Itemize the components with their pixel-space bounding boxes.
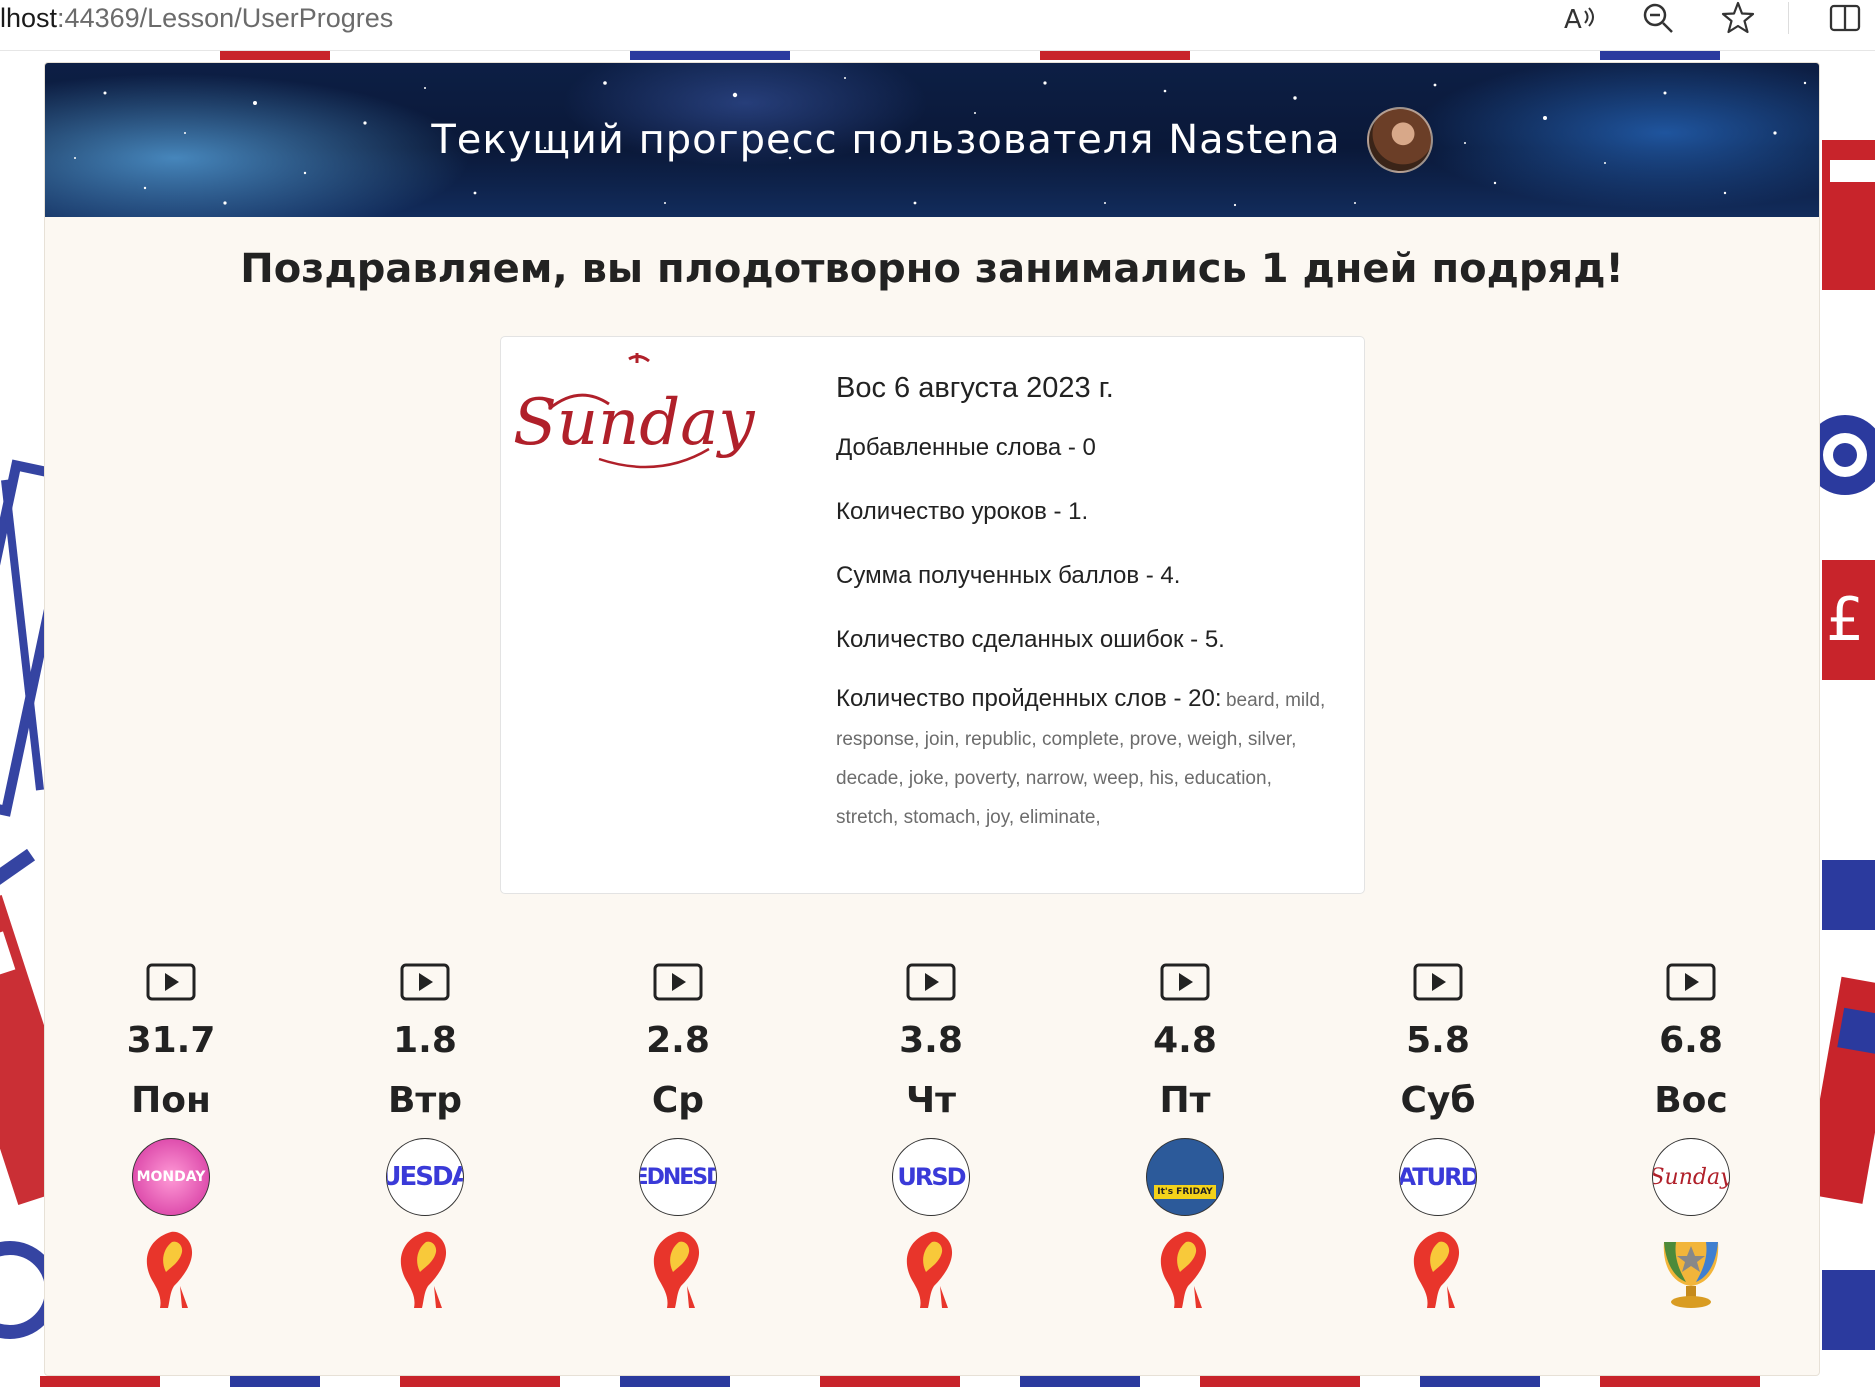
- weekday-badge[interactable]: EDNESD: [639, 1138, 717, 1216]
- play-icon[interactable]: [146, 963, 196, 1001]
- day-column: 5.8 Суб ATURD: [1358, 963, 1518, 1310]
- address-bar[interactable]: lhost:44369/Lesson/UserProgres: [0, 0, 393, 36]
- header-banner: Текущий прогресс пользователя Nastena: [45, 63, 1819, 217]
- day-name: Пон: [131, 1080, 211, 1121]
- weekday-badge-text: EDNESD: [640, 1164, 716, 1190]
- read-aloud-icon[interactable]: A: [1560, 0, 1600, 36]
- day-name: Вос: [1654, 1080, 1728, 1121]
- play-icon[interactable]: [1160, 963, 1210, 1001]
- play-icon[interactable]: [400, 963, 450, 1001]
- flame-icon: [896, 1228, 966, 1310]
- url-host: lhost: [0, 3, 58, 33]
- weekday-badge[interactable]: MONDAY: [132, 1138, 210, 1216]
- day-name: Ср: [651, 1080, 705, 1121]
- flame-icon: [1150, 1228, 1220, 1310]
- weekday-badge-text: It's FRIDAY: [1154, 1185, 1216, 1199]
- weekday-badge[interactable]: UESDA: [386, 1138, 464, 1216]
- flame-icon: [643, 1228, 713, 1310]
- weekday-badge-text: MONDAY: [136, 1169, 206, 1185]
- day-date: 3.8: [899, 1020, 963, 1061]
- day-name: Втр: [387, 1080, 463, 1121]
- day-name: Чт: [906, 1080, 956, 1121]
- mistakes-count: Количество сделанных ошибок - 5.: [836, 626, 1225, 653]
- day-name: Суб: [1400, 1080, 1476, 1121]
- day-date: 1.8: [393, 1020, 457, 1061]
- day-column: 6.8 Вос Sunday: [1611, 963, 1771, 1310]
- url-path: :44369/Lesson/UserProgres: [57, 3, 394, 33]
- weekday-badge-text: UESDA: [387, 1162, 463, 1192]
- play-icon[interactable]: [1666, 963, 1716, 1001]
- day-column: 1.8 Втр UESDA: [345, 963, 505, 1310]
- weekday-badge-text: Sunday: [1652, 1164, 1730, 1190]
- day-column: 2.8 Ср EDNESD: [598, 963, 758, 1310]
- play-icon[interactable]: [653, 963, 703, 1001]
- play-icon[interactable]: [906, 963, 956, 1001]
- split-screen-icon[interactable]: [1825, 0, 1865, 36]
- selected-date: Вос 6 августа 2023 г.: [836, 372, 1114, 404]
- day-name: Пт: [1159, 1080, 1211, 1121]
- day-date: 31.7: [126, 1020, 216, 1061]
- flame-icon: [136, 1228, 206, 1310]
- weekday-badge-text: ATURD: [1399, 1163, 1477, 1191]
- day-column: 3.8 Чт URSD: [851, 963, 1011, 1310]
- weekday-badge[interactable]: Sunday: [1652, 1138, 1730, 1216]
- play-icon[interactable]: [1413, 963, 1463, 1001]
- zoom-out-icon[interactable]: [1638, 0, 1678, 36]
- sunday-logo-text: Sunday: [513, 386, 755, 460]
- user-avatar[interactable]: [1366, 107, 1433, 173]
- trophy-icon: [1656, 1228, 1726, 1310]
- favorite-star-icon[interactable]: [1718, 0, 1758, 36]
- streak-message: Поздравляем, вы плодотворно занимались 1…: [240, 246, 1624, 292]
- passed-words: Количество пройденных слов - 20: beard, …: [836, 680, 1336, 838]
- points-sum: Сумма полученных баллов - 4.: [836, 562, 1181, 589]
- flame-icon: [390, 1228, 460, 1310]
- flame-icon: [1403, 1228, 1473, 1310]
- weekday-badge-text: URSD: [897, 1163, 966, 1191]
- weekday-badge[interactable]: ATURD: [1399, 1138, 1477, 1216]
- day-detail-card: Sunday Вос 6 августа 2023 г. Добавленные…: [500, 336, 1365, 894]
- page-title: Текущий прогресс пользователя Nastena: [431, 117, 1341, 163]
- lessons-count: Количество уроков - 1.: [836, 498, 1089, 525]
- day-column: 31.7 Пон MONDAY: [91, 963, 251, 1310]
- day-date: 6.8: [1659, 1020, 1723, 1061]
- day-date: 5.8: [1406, 1020, 1470, 1061]
- svg-text:A: A: [1564, 5, 1582, 33]
- progress-page: Текущий прогресс пользователя Nastena По…: [44, 62, 1820, 1376]
- browser-toolbar: lhost:44369/Lesson/UserProgres A: [0, 0, 1875, 51]
- toolbar-separator: [1788, 2, 1789, 34]
- weekday-badge[interactable]: URSD: [892, 1138, 970, 1216]
- weekday-badge[interactable]: It's FRIDAY: [1146, 1138, 1224, 1216]
- day-column: 4.8 Пт It's FRIDAY: [1105, 963, 1265, 1310]
- day-date: 4.8: [1153, 1020, 1217, 1061]
- passed-words-label: Количество пройденных слов - 20:: [836, 685, 1222, 712]
- svg-text:£: £: [1826, 585, 1864, 655]
- sunday-logo: Sunday: [513, 353, 755, 469]
- added-words: Добавленные слова - 0: [836, 434, 1096, 461]
- day-date: 2.8: [646, 1020, 710, 1061]
